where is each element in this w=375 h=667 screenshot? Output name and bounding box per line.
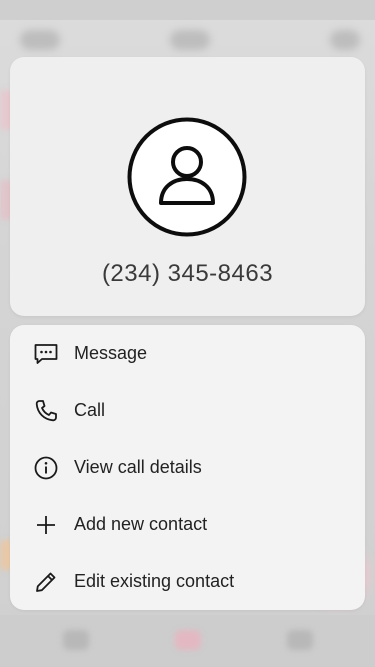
menu-item-add-new-contact[interactable]: Add new contact	[10, 496, 365, 553]
menu-item-label: Call	[74, 400, 106, 420]
info-icon	[33, 455, 59, 481]
menu-item-message[interactable]: Message	[10, 325, 365, 382]
contact-phone-number: (234) 345-8463	[101, 260, 274, 287]
plus-icon	[33, 512, 59, 538]
pencil-icon	[33, 569, 59, 595]
phone-icon	[33, 398, 59, 424]
background-header-item	[20, 30, 60, 50]
menu-item-call[interactable]: Call	[10, 382, 365, 439]
background-tab-icon	[63, 630, 89, 650]
contact-avatar	[127, 117, 247, 237]
menu-item-label: View call details	[74, 457, 202, 477]
contact-card: (234) 345-8463	[10, 57, 365, 316]
person-icon	[127, 117, 247, 237]
background-header-item	[170, 30, 210, 50]
message-icon	[33, 341, 59, 367]
menu-item-label: Edit existing contact	[74, 571, 235, 591]
menu-item-view-call-details[interactable]: View call details	[10, 439, 365, 496]
background-tab-icon	[287, 630, 313, 650]
menu-item-label: Add new contact	[74, 514, 208, 534]
menu-item-edit-existing-contact[interactable]: Edit existing contact	[10, 553, 365, 610]
background-status-bar	[0, 0, 375, 20]
contact-action-menu: Message Call View call details Add new c…	[10, 325, 365, 610]
menu-item-label: Message	[74, 343, 148, 363]
background-tab-icon	[175, 630, 201, 650]
background-header-item	[330, 30, 360, 50]
